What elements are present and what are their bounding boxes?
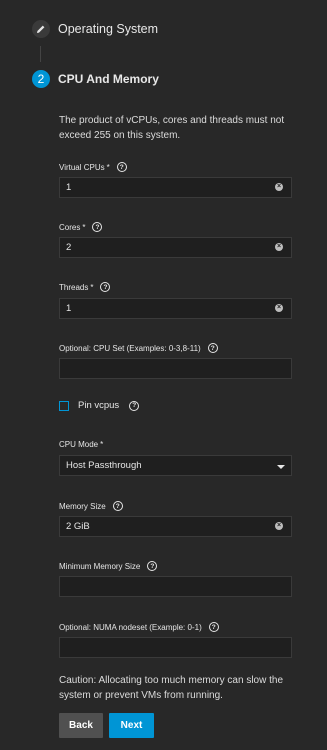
next-button[interactable]: Next (109, 713, 154, 738)
help-icon[interactable]: ? (129, 400, 140, 411)
numa-nodeset-input[interactable] (59, 637, 292, 658)
help-icon[interactable]: ? (116, 162, 127, 172)
chevron-down-icon (277, 465, 285, 469)
help-icon[interactable]: ? (100, 282, 111, 292)
step-connector (40, 46, 41, 62)
memory-size-label: Memory Size ? (59, 501, 123, 511)
memory-caution-note: Caution: Allocating too much memory can … (59, 675, 283, 701)
back-button[interactable]: Back (59, 713, 103, 738)
vcpus-input[interactable]: 1 × (59, 177, 292, 198)
step-operating-system[interactable]: Operating System (0, 14, 327, 44)
cpu-mode-label: CPU Mode * (59, 440, 104, 449)
clear-icon[interactable]: × (275, 183, 283, 191)
vcpus-label: Virtual CPUs * ? (59, 162, 127, 172)
pin-vcpus-label: Pin vcpus (78, 400, 120, 411)
cores-label: Cores * ? (59, 222, 103, 232)
clear-icon[interactable]: × (275, 243, 283, 251)
help-icon[interactable]: ? (208, 622, 219, 632)
numa-nodeset-label: Optional: NUMA nodeset (Example: 0-1) ? (59, 622, 219, 632)
threads-label: Threads * ? (59, 282, 111, 292)
cpu-mode-select[interactable]: Host Passthrough (59, 455, 292, 476)
min-memory-size-input[interactable] (59, 576, 292, 597)
help-icon[interactable]: ? (112, 501, 123, 511)
memory-size-input[interactable]: 2 GiB × (59, 516, 292, 537)
pencil-icon (32, 20, 50, 38)
cores-input[interactable]: 2 × (59, 237, 292, 258)
clear-icon[interactable]: × (275, 304, 283, 312)
cpu-set-label: Optional: CPU Set (Examples: 0-3,8-11) ? (59, 343, 218, 353)
step-cpu-and-memory[interactable]: 2 CPU And Memory (0, 64, 327, 94)
help-icon[interactable]: ? (92, 222, 103, 232)
step-title: Operating System (58, 22, 159, 36)
step-title: CPU And Memory (58, 72, 159, 86)
step-number-badge: 2 (32, 70, 50, 88)
clear-icon[interactable]: × (275, 522, 283, 530)
pin-vcpus-checkbox[interactable] (59, 400, 69, 411)
cpu-limit-note: The product of vCPUs, cores and threads … (59, 115, 285, 141)
help-icon[interactable]: ? (147, 561, 158, 571)
help-icon[interactable]: ? (207, 343, 218, 353)
cpu-set-input[interactable] (59, 358, 292, 379)
min-memory-size-label: Minimum Memory Size ? (59, 561, 158, 571)
threads-input[interactable]: 1 × (59, 298, 292, 319)
pin-vcpus-row: Pin vcpus ? (59, 400, 140, 411)
